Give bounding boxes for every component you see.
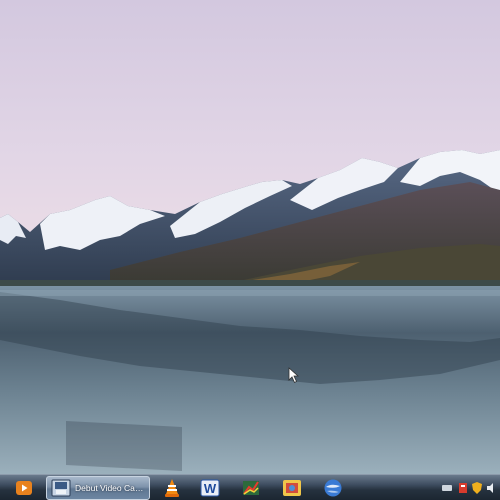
media-player-icon[interactable] — [13, 477, 35, 499]
taskbar-item-video-capture[interactable]: Debut Video Capt... — [46, 476, 150, 500]
drag-ghost-window — [66, 420, 182, 472]
shield-tray-icon[interactable] — [472, 482, 482, 494]
desktop[interactable] — [0, 0, 500, 474]
video-capture-icon — [51, 479, 71, 497]
photo-app-icon[interactable] — [281, 477, 303, 499]
lake-mountains-wallpaper — [0, 0, 500, 474]
graph-app-icon[interactable] — [240, 477, 262, 499]
vlc-icon[interactable] — [161, 477, 183, 499]
google-earth-icon[interactable] — [322, 477, 344, 499]
taskbar-item-label: Debut Video Capt... — [75, 483, 147, 493]
security-tray-icon[interactable] — [458, 482, 468, 494]
svg-text:W: W — [204, 481, 217, 496]
system-tray — [438, 475, 500, 500]
taskbar: Debut Video Capt... W — [0, 474, 500, 500]
volume-tray-icon[interactable] — [486, 482, 496, 494]
mouse-cursor-icon — [288, 367, 300, 384]
keyboard-tray-icon[interactable] — [442, 482, 452, 494]
word-icon[interactable]: W — [199, 477, 221, 499]
